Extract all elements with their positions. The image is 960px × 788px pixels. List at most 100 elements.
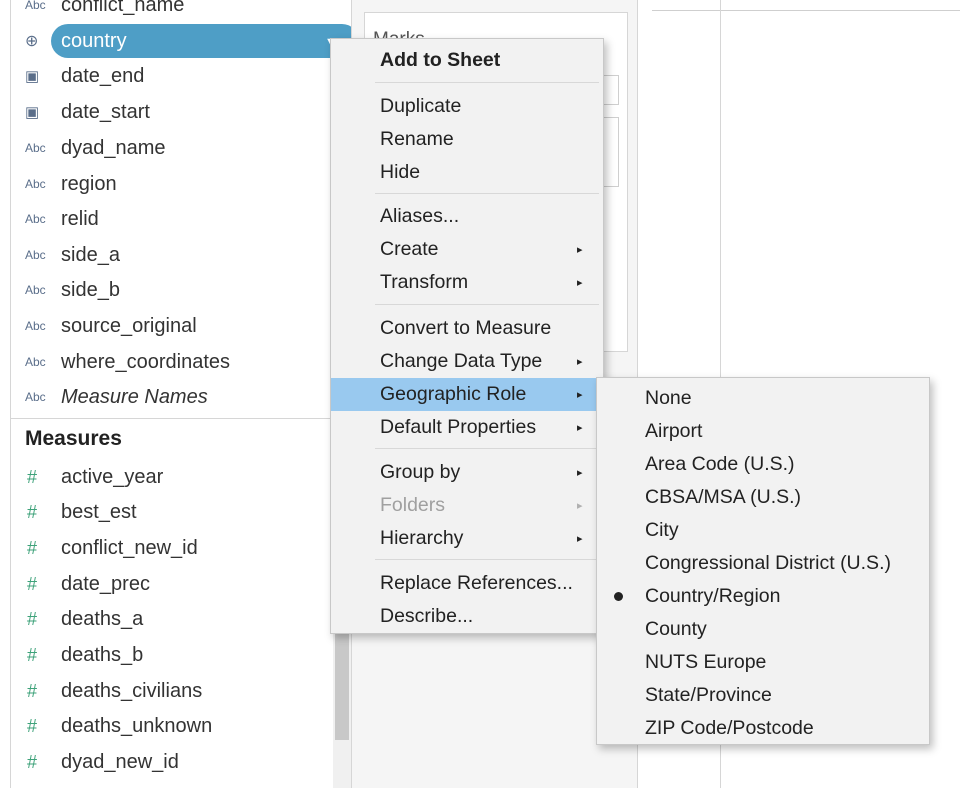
string-type-icon: Abc — [25, 248, 46, 262]
submenu-arrow-icon: ▸ — [577, 389, 583, 401]
field-dyad-name[interactable]: Abc dyad_name — [11, 131, 341, 165]
field-label: deaths_civilians — [61, 679, 203, 702]
geo-role-airport[interactable]: Airport — [597, 415, 929, 448]
field-source-original[interactable]: Abc source_original — [11, 309, 341, 343]
field-country[interactable]: ⊕ country ▼ — [11, 24, 341, 58]
string-type-icon: Abc — [25, 283, 46, 297]
submenu-item-label: County — [645, 618, 707, 640]
field-region[interactable]: Abc region — [11, 167, 341, 201]
menu-item-create[interactable]: Create ▸ — [331, 233, 603, 266]
geo-role-congressional-district[interactable]: Congressional District (U.S.) — [597, 547, 929, 580]
measure-best-est[interactable]: # best_est — [11, 495, 341, 529]
measure-deaths-unknown[interactable]: # deaths_unknown — [11, 709, 341, 743]
globe-icon: ⊕ — [25, 33, 39, 50]
number-type-icon: # — [27, 573, 38, 594]
submenu-item-label: Congressional District (U.S.) — [645, 552, 891, 574]
submenu-arrow-icon: ▸ — [577, 533, 583, 545]
submenu-arrow-icon: ▸ — [577, 500, 583, 512]
string-type-icon: Abc — [25, 0, 46, 12]
menu-item-hide[interactable]: Hide — [331, 156, 603, 189]
menu-item-aliases[interactable]: Aliases... — [331, 200, 603, 233]
menu-item-transform[interactable]: Transform ▸ — [331, 266, 603, 299]
field-label: Measure Names — [61, 385, 208, 408]
field-side-b[interactable]: Abc side_b — [11, 273, 341, 307]
field-conflict-name[interactable]: Abc conflict_name — [11, 0, 341, 22]
menu-item-label: Describe... — [380, 605, 474, 627]
submenu-arrow-icon: ▸ — [577, 422, 583, 434]
field-where-coordinates[interactable]: Abc where_coordinates — [11, 345, 341, 379]
calendar-icon: ▣ — [25, 68, 40, 85]
field-label: date_prec — [61, 572, 150, 595]
menu-item-label: Hide — [380, 161, 421, 183]
geo-role-none[interactable]: None — [597, 382, 929, 415]
field-side-a[interactable]: Abc side_a — [11, 238, 341, 272]
geographic-role-submenu: None Airport Area Code (U.S.) CBSA/MSA (… — [596, 377, 930, 745]
menu-item-rename[interactable]: Rename — [331, 123, 603, 156]
menu-item-label: Group by — [380, 461, 461, 483]
data-pane: Abc conflict_name ⊕ country ▼ ▣ date_end… — [10, 0, 352, 788]
field-date-start[interactable]: ▣ date_start — [11, 95, 341, 129]
field-date-end[interactable]: ▣ date_end — [11, 59, 341, 93]
field-label: source_original — [61, 314, 197, 337]
menu-item-hierarchy[interactable]: Hierarchy ▸ — [331, 522, 603, 555]
geo-role-county[interactable]: County — [597, 613, 929, 646]
geo-role-zip-code[interactable]: ZIP Code/Postcode — [597, 712, 929, 745]
geo-role-city[interactable]: City — [597, 514, 929, 547]
string-type-icon: Abc — [25, 141, 46, 155]
menu-item-describe[interactable]: Describe... — [331, 600, 603, 633]
field-label: side_a — [61, 243, 120, 266]
menu-item-geographic-role[interactable]: Geographic Role ▸ — [331, 378, 603, 411]
menu-separator — [375, 304, 599, 305]
measure-deaths-a[interactable]: # deaths_a — [11, 602, 341, 636]
menu-item-default-properties[interactable]: Default Properties ▸ — [331, 411, 603, 444]
number-type-icon: # — [27, 715, 38, 736]
field-label: where_coordinates — [61, 350, 230, 373]
submenu-item-label: None — [645, 387, 692, 409]
geo-role-country-region[interactable]: Country/Region — [597, 580, 929, 613]
menu-item-label: Hierarchy — [380, 527, 464, 549]
measure-conflict-new-id[interactable]: # conflict_new_id — [11, 531, 341, 565]
selected-radio-dot-icon — [614, 592, 623, 601]
field-label: date_end — [61, 64, 145, 87]
submenu-item-label: Area Code (U.S.) — [645, 453, 795, 475]
measure-active-year[interactable]: # active_year — [11, 460, 341, 494]
field-label: deaths_b — [61, 643, 144, 666]
menu-item-label: Aliases... — [380, 205, 460, 227]
field-label: dyad_new_id — [61, 750, 179, 773]
submenu-arrow-icon: ▸ — [577, 244, 583, 256]
menu-item-duplicate[interactable]: Duplicate — [331, 90, 603, 123]
field-label: active_year — [61, 465, 164, 488]
menu-item-label: Rename — [380, 128, 454, 150]
field-label: relid — [61, 207, 99, 230]
geo-role-nuts-europe[interactable]: NUTS Europe — [597, 646, 929, 679]
field-measure-names[interactable]: Abc Measure Names — [11, 380, 341, 414]
menu-separator — [375, 193, 599, 194]
menu-item-add-to-sheet[interactable]: Add to Sheet — [331, 44, 603, 77]
field-relid[interactable]: Abc relid — [11, 202, 341, 236]
menu-item-change-data-type[interactable]: Change Data Type ▸ — [331, 345, 603, 378]
submenu-item-label: CBSA/MSA (U.S.) — [645, 486, 802, 508]
measure-deaths-civilians[interactable]: # deaths_civilians — [11, 674, 341, 708]
menu-separator — [375, 448, 599, 449]
field-label: date_start — [61, 100, 150, 123]
measure-deaths-b[interactable]: # deaths_b — [11, 638, 341, 672]
menu-item-convert-to-measure[interactable]: Convert to Measure — [331, 312, 603, 345]
measure-dyad-new-id[interactable]: # dyad_new_id — [11, 745, 341, 779]
menu-item-label: Add to Sheet — [380, 49, 501, 71]
number-type-icon: # — [27, 751, 38, 772]
geo-role-state-province[interactable]: State/Province — [597, 679, 929, 712]
geo-role-cbsa-msa[interactable]: CBSA/MSA (U.S.) — [597, 481, 929, 514]
measure-date-prec[interactable]: # date_prec — [11, 567, 341, 601]
string-type-icon: Abc — [25, 177, 46, 191]
menu-item-group-by[interactable]: Group by ▸ — [331, 456, 603, 489]
submenu-arrow-icon: ▸ — [577, 356, 583, 368]
menu-separator — [375, 82, 599, 83]
menu-item-replace-references[interactable]: Replace References... — [331, 567, 603, 600]
submenu-item-label: Airport — [645, 420, 703, 442]
calendar-icon: ▣ — [25, 104, 40, 121]
field-label: deaths_a — [61, 607, 144, 630]
number-type-icon: # — [27, 644, 38, 665]
submenu-item-label: State/Province — [645, 684, 772, 706]
geo-role-area-code[interactable]: Area Code (U.S.) — [597, 448, 929, 481]
field-label: country — [61, 29, 127, 52]
